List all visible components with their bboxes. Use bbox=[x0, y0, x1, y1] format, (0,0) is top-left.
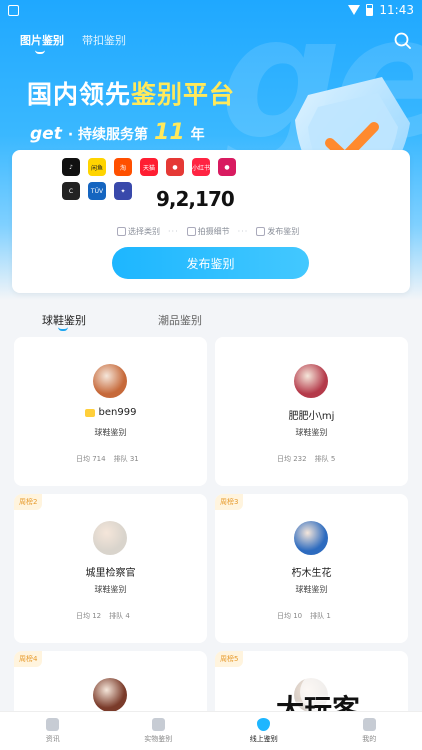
avatar bbox=[93, 364, 127, 398]
xianyu-logo: 闲鱼 bbox=[88, 158, 106, 176]
appraiser-card[interactable]: ben999 球鞋鉴别 日均 714 排队 31 bbox=[14, 337, 207, 486]
category-indicator bbox=[58, 327, 68, 331]
tmall-logo: 天猫 bbox=[140, 158, 158, 176]
queue-count: 排队 4 bbox=[109, 612, 130, 620]
appraiser-type: 球鞋鉴别 bbox=[94, 428, 127, 437]
tab-indicator bbox=[35, 50, 45, 54]
rank-badge: 周榜2 bbox=[14, 494, 43, 510]
appraiser-stats: 日均 10 排队 1 bbox=[277, 611, 331, 621]
daily-count: 日均 232 bbox=[277, 455, 307, 463]
category-tabs: 球鞋鉴别 潮品鉴别 bbox=[42, 312, 202, 328]
status-bar: 11:43 bbox=[0, 0, 422, 20]
step-separator: ··· bbox=[168, 227, 179, 236]
vip-badge-icon bbox=[84, 408, 95, 417]
status-time: 11:43 bbox=[379, 3, 414, 17]
hero-years: 11 bbox=[154, 120, 185, 145]
step-shoot: 拍摄细节 bbox=[186, 226, 230, 237]
battery-icon bbox=[366, 4, 374, 16]
bottom-nav: 资讯 实物鉴别 线上鉴别 我的 bbox=[0, 711, 422, 750]
tab-image-appraisal[interactable]: 图片鉴别 bbox=[20, 32, 64, 48]
queue-count: 排队 31 bbox=[113, 455, 139, 463]
appraiser-name-row: 肥肥小\mj bbox=[215, 407, 408, 422]
tuv-logo: TÜV bbox=[88, 182, 106, 200]
appraiser-stats: 日均 232 排队 5 bbox=[277, 454, 335, 464]
avatar bbox=[93, 678, 127, 712]
appraiser-name-row: 城里检察官 bbox=[14, 564, 207, 579]
nav-physical-label: 实物鉴别 bbox=[144, 735, 173, 743]
appraiser-name-row: 朽木生花 bbox=[215, 564, 408, 579]
app-logo-red: ● bbox=[166, 158, 184, 176]
c-logo: C bbox=[62, 182, 80, 200]
nav-profile[interactable]: 我的 bbox=[317, 712, 422, 750]
appraiser-stats: 日均 714 排队 31 bbox=[76, 454, 139, 464]
daily-count: 日均 714 bbox=[76, 455, 106, 463]
appraiser-type: 球鞋鉴别 bbox=[94, 585, 127, 594]
tab-buckle-appraisal[interactable]: 带扣鉴别 bbox=[82, 32, 126, 48]
tab-sneaker-appraisal[interactable]: 球鞋鉴别 bbox=[42, 312, 86, 328]
step-publish: 发布鉴别 bbox=[256, 226, 299, 237]
app-logo-blue: ✦ bbox=[114, 182, 132, 200]
rank-badge: 周榜4 bbox=[14, 651, 43, 667]
tab-trendy-appraisal[interactable]: 潮品鉴别 bbox=[158, 312, 202, 328]
app-notification-icon bbox=[8, 4, 19, 16]
step-publish-label: 发布鉴别 bbox=[267, 227, 300, 236]
shield-icon bbox=[257, 718, 271, 731]
top-tabs: 图片鉴别 带扣鉴别 bbox=[20, 32, 126, 48]
rank-badge: 周榜3 bbox=[215, 494, 244, 510]
appraisal-count: 9,2,170 bbox=[152, 187, 235, 211]
avatar bbox=[294, 521, 328, 555]
step-select-label: 选择类别 bbox=[128, 227, 160, 236]
appraiser-name-row: ben999 bbox=[14, 407, 207, 418]
queue-count: 排队 1 bbox=[310, 612, 331, 620]
nav-physical-appraisal[interactable]: 实物鉴别 bbox=[106, 712, 212, 750]
nav-online-label: 线上鉴别 bbox=[249, 735, 278, 743]
bag-icon bbox=[151, 718, 165, 731]
tiktok-icon: ♪ bbox=[62, 158, 80, 176]
wifi-icon bbox=[348, 5, 361, 15]
appraiser-name: 朽木生花 bbox=[291, 568, 332, 579]
publish-appraisal-button[interactable]: 发布鉴别 bbox=[112, 247, 309, 279]
nav-news-label: 资讯 bbox=[45, 735, 60, 743]
process-steps: 选择类别 ··· 拍摄细节 ··· 发布鉴别 bbox=[117, 226, 299, 237]
nav-news[interactable]: 资讯 bbox=[0, 712, 106, 750]
hero-title-b: 鉴别平台 bbox=[131, 80, 236, 109]
avatar bbox=[294, 364, 328, 398]
appraisal-card: ♪ 闲鱼淘天猫 ● 小红书 ● C TÜV ✦ 9,2,170 选择类别 ··· 拍摄细节 … bbox=[12, 150, 410, 293]
daily-count: 日均 12 bbox=[76, 612, 102, 620]
step-separator: ··· bbox=[237, 227, 249, 236]
app-logo-pink: ● bbox=[218, 158, 236, 176]
appraiser-type: 球鞋鉴别 bbox=[295, 428, 328, 437]
news-icon bbox=[46, 718, 60, 731]
list-icon bbox=[117, 227, 126, 236]
appraiser-name: 城里检察官 bbox=[85, 568, 136, 579]
hero-subtitle-b: 年 bbox=[190, 127, 205, 143]
appraiser-card[interactable]: 肥肥小\mj 球鞋鉴别 日均 232 排队 5 bbox=[215, 337, 408, 486]
appraiser-name: 肥肥小\mj bbox=[288, 411, 335, 422]
get-logo: get bbox=[30, 124, 62, 144]
xiaohongshu-logo: 小红书 bbox=[192, 158, 210, 176]
appraiser-card[interactable]: 周榜2 城里检察官 球鞋鉴别 日均 12 排队 4 bbox=[14, 494, 207, 643]
camera-icon bbox=[186, 227, 196, 236]
platform-logos-row-1: ♪ 闲鱼淘天猫 ● 小红书 ● bbox=[62, 158, 262, 176]
appraiser-name: ben999 bbox=[98, 407, 137, 418]
step-shoot-label: 拍摄细节 bbox=[197, 227, 230, 236]
hero-subtitle: get · 持续服务第 11 年 bbox=[30, 120, 205, 145]
hero-subtitle-a: · 持续服务第 bbox=[67, 127, 149, 143]
hero-title: 国内领先鉴别平台 bbox=[27, 75, 235, 111]
nav-profile-label: 我的 bbox=[362, 735, 377, 743]
upload-icon bbox=[256, 227, 266, 236]
avatar bbox=[93, 521, 127, 555]
queue-count: 排队 5 bbox=[314, 455, 336, 463]
profile-icon bbox=[362, 718, 376, 731]
taobao-logo: 淘 bbox=[114, 158, 132, 176]
appraiser-type: 球鞋鉴别 bbox=[295, 585, 328, 594]
rank-badge: 周榜5 bbox=[215, 651, 244, 667]
hero-title-a: 国内领先 bbox=[27, 80, 132, 109]
nav-online-appraisal[interactable]: 线上鉴别 bbox=[211, 712, 317, 750]
search-icon[interactable] bbox=[394, 32, 411, 49]
step-select: 选择类别 bbox=[117, 226, 160, 237]
daily-count: 日均 10 bbox=[277, 612, 303, 620]
appraiser-card[interactable]: 周榜3 朽木生花 球鞋鉴别 日均 10 排队 1 bbox=[215, 494, 408, 643]
appraiser-stats: 日均 12 排队 4 bbox=[76, 611, 130, 621]
